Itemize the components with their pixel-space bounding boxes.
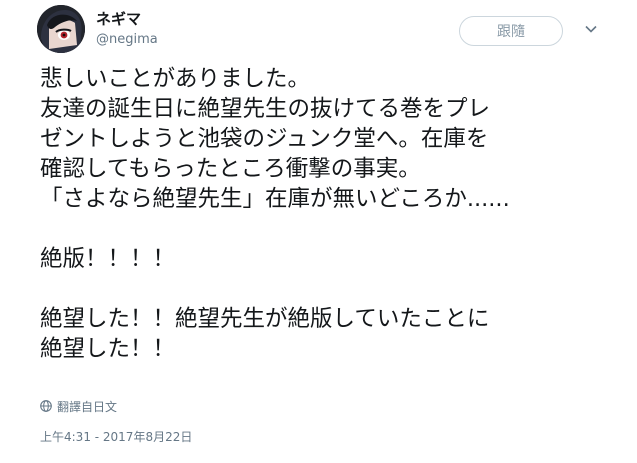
tweet-line: 絶望した！！絶望先生が絶版していたことに <box>40 306 490 332</box>
avatar[interactable] <box>37 5 85 53</box>
tweet-line: 絶望した！！ <box>40 336 176 362</box>
tweet-line: ゼントしようと池袋のジュンク堂へ。在庫を <box>40 126 489 152</box>
tweet-line: 確認してもらったところ衝撃の事実。 <box>40 156 421 182</box>
display-name[interactable]: ネギマ <box>96 8 141 29</box>
chevron-down-icon <box>585 25 597 33</box>
tweet-line: 「さよなら絶望先生」在庫が無いどころか...... <box>40 186 510 212</box>
avatar-image <box>37 5 85 53</box>
tweet-timestamp[interactable]: 上午4:31 - 2017年8月22日 <box>40 428 192 445</box>
tweet-card: ネギマ @negima 跟隨 悲しいことがありました。 友達の誕生日に絶望先生の… <box>0 0 637 463</box>
globe-icon <box>40 400 52 412</box>
follow-button[interactable]: 跟隨 <box>459 16 563 46</box>
tweet-line: 悲しいことがありました。 <box>40 66 311 92</box>
translate-label[interactable]: 翻譯自日文 <box>57 398 117 415</box>
tweet-text: 悲しいことがありました。 友達の誕生日に絶望先生の抜けてる巻をプレ ゼントしよう… <box>40 64 625 364</box>
user-handle[interactable]: @negima <box>96 32 158 47</box>
tweet-line: 絶版！！！！ <box>40 246 176 272</box>
more-options-button[interactable] <box>580 18 602 40</box>
tweet-line: 友達の誕生日に絶望先生の抜けてる巻をプレ <box>40 96 491 122</box>
translate-link[interactable]: 翻譯自日文 <box>40 398 117 414</box>
